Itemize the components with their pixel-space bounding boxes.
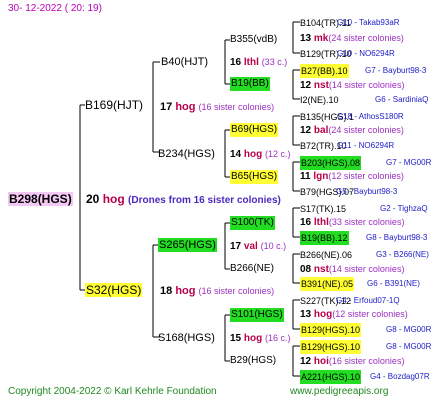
gen4-b29-info: 12 hoi(16 sister colonies): [300, 356, 405, 367]
gen5-extra: G7 - Bayburt98-3: [365, 66, 427, 75]
date-header: 30- 12-2022 ( 20: 19): [8, 3, 102, 14]
dam-name: S32(HGS): [85, 283, 143, 297]
gen4-s100-name: S100(TK): [230, 216, 275, 230]
gen5-extra: G10 - Takab93aR: [337, 18, 400, 27]
gen3-s265-name: S265(HGS): [158, 238, 217, 252]
gen3-s265-info: 17 val (10 c.): [230, 241, 287, 252]
sire-name: B169(HJT): [85, 98, 144, 112]
dam-info: 18 hog (16 sister colonies): [160, 285, 275, 297]
gen4-s100-info: 16 lthl(33 sister colonies): [300, 217, 405, 228]
gen5-name: B391(NE).05: [300, 277, 355, 291]
gen5-name: A221(HGS).10: [300, 370, 362, 384]
gen4-s101-info: 13 hog(12 sister colonies): [300, 309, 408, 320]
gen4-b355-info: 13 mk(24 sister colonies): [300, 33, 404, 44]
connector-dam: [152, 244, 160, 338]
gen3-s168-name: S168(HGS): [158, 332, 215, 344]
sire-info: 17 hog (16 sister colonies): [160, 101, 275, 113]
gen5-name: B266(NE).06: [300, 250, 353, 260]
gen5-extra: G6 - B391(NE): [367, 279, 420, 288]
gen4-b355-name: B355(vdB): [230, 34, 278, 45]
gen5-extra: G3 - B266(NE): [376, 250, 429, 259]
gen4-b69-name: B69(HGS): [230, 123, 279, 137]
gen5-extra: G8 - Bayburt98-3: [366, 233, 428, 242]
gen5-name: B19(BB).12: [300, 231, 349, 245]
gen4-b266-name: B266(NE): [230, 263, 274, 274]
connector-sire: [152, 61, 160, 153]
gen5-extra: G7 - MG00R: [386, 158, 432, 167]
gen5-extra: G18 - AthosS180R: [337, 112, 404, 121]
gen4-b19-info: 12 nst(14 sister colonies): [300, 80, 405, 91]
gen5-extra: G2 - TighzaQ: [380, 204, 428, 213]
gen5-extra: G11 - NO6294R: [337, 141, 395, 150]
gen4-b19-name: B19(BB): [230, 77, 270, 91]
gen4-b29-name: B29(HGS): [230, 355, 277, 366]
gen5-extra: G6 - SardiniaQ: [375, 95, 429, 104]
gen3-b234-name: B234(HGS): [158, 148, 215, 160]
gen4-b69-info: 12 bal(24 sister colonies): [300, 125, 404, 136]
gen5-name: B129(HGS).10: [300, 340, 362, 354]
gen3-b234-info: 14 hog (12 c.): [230, 149, 291, 160]
gen5-extra: G8 - MG00R: [386, 325, 432, 334]
gen4-b266-info: 08 nst(14 sister colonies): [300, 264, 405, 275]
gen5-name: B203(HGS).08: [300, 156, 362, 170]
pedigree-stage: 30- 12-2022 ( 20: 19) B298(HGS) 20 hog (…: [0, 0, 440, 400]
gen5-name: B27(BB).10: [300, 64, 349, 78]
gen5-extra: G5 - Bayburt98-3: [336, 187, 398, 196]
queen-name: B298(HGS): [8, 192, 73, 206]
queen-info: 20 hog (Drones from 16 sister colonies): [86, 192, 281, 206]
gen5-name: S17(TK).15: [300, 204, 347, 214]
gen4-b65-info: 11 lgn(12 sister colonies): [300, 171, 404, 182]
gen3-b40-info: 16 lthl (33 c.): [230, 57, 288, 68]
gen3-b40-name: B40(HJT): [161, 56, 209, 68]
gen5-extra: G4 - Bozdag07R: [370, 372, 430, 381]
gen5-extra: G10 - NO6294R: [337, 49, 395, 58]
gen5-extra: G4 - Erfoud07-1Q: [336, 296, 400, 305]
gen5-name: B129(HGS).10: [300, 323, 362, 337]
gen4-b65-name: B65(HGS): [230, 170, 279, 184]
gen5-extra: G8 - MG00R: [386, 342, 432, 351]
gen5-name: I2(NE).10: [300, 95, 339, 105]
gen4-s101-name: S101(HGS): [230, 308, 284, 322]
gen3-s168-info: 15 hog (16 c.): [230, 333, 291, 344]
copyright-footer: Copyright 2004-2022 © Karl Kehrle Founda…: [8, 386, 217, 397]
website-footer: www.pedigreeapis.org: [290, 386, 389, 397]
